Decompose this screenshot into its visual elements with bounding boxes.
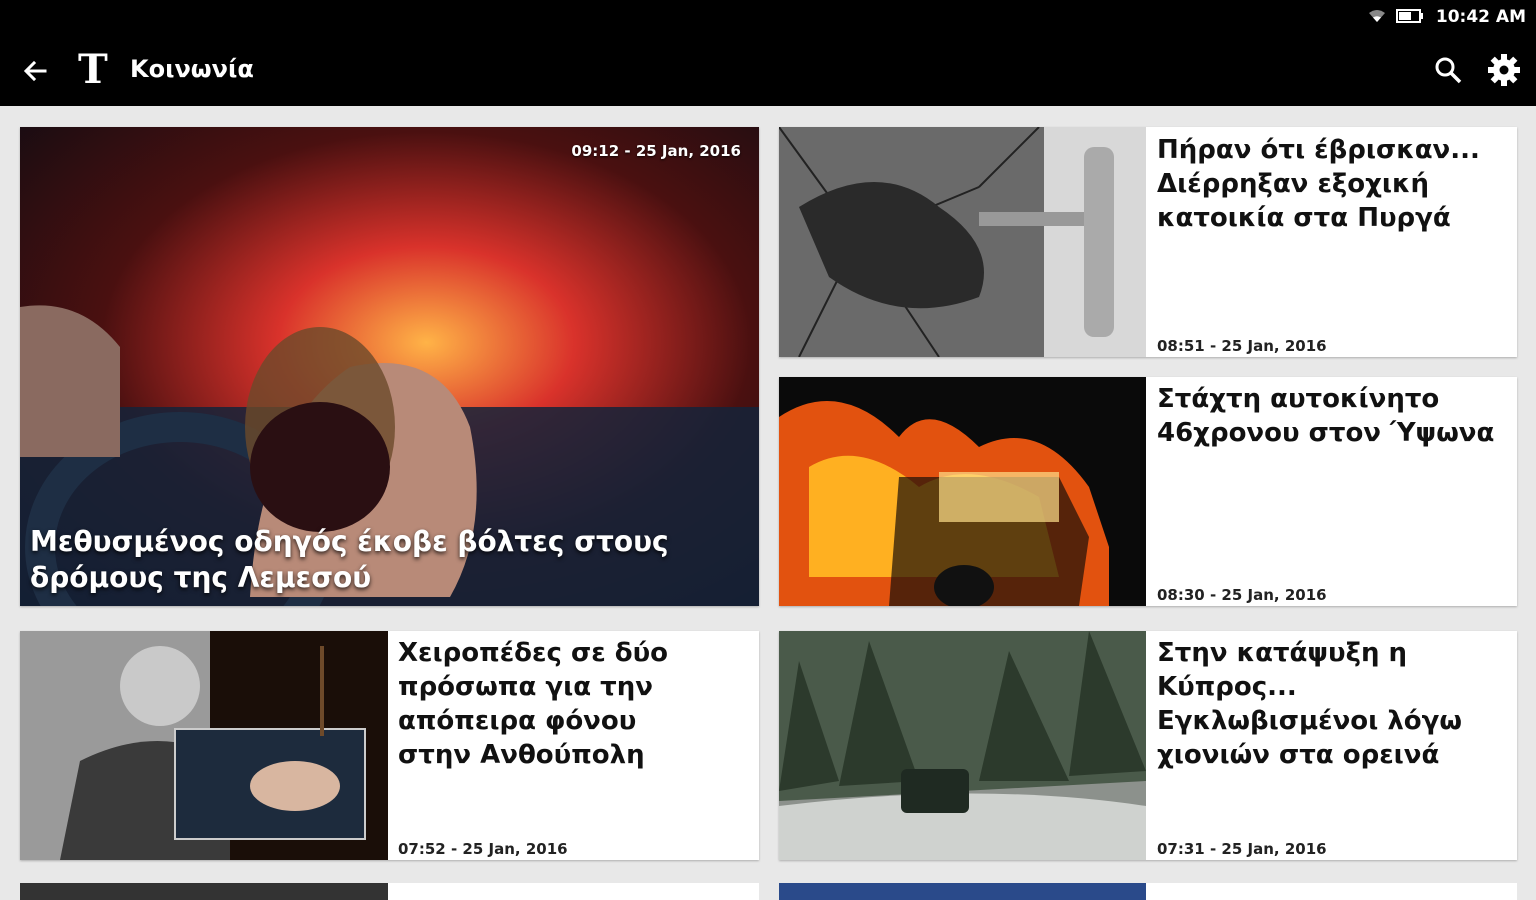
- status-bar: 10:42 AM: [0, 0, 1536, 34]
- page-title: Κοινωνία: [130, 55, 254, 83]
- article-image: [779, 883, 1146, 900]
- featured-article-headline: Μεθυσμένος οδηγός έκοβε βόλτες στους δρό…: [30, 525, 669, 594]
- article-timestamp: 07:31 - 25 Jan, 2016: [1157, 840, 1327, 858]
- article-headline: Χειροπέδες σε δύο πρόσωπα για την απόπει…: [398, 638, 669, 770]
- article-card[interactable]: Πήραν ότι έβρισκαν... Διέρρηξαν εξοχική …: [779, 127, 1517, 357]
- featured-article-timestamp: 09:12 - 25 Jan, 2016: [571, 142, 741, 160]
- article-headline: Πήραν ότι έβρισκαν... Διέρρηξαν εξοχική …: [1157, 135, 1480, 233]
- app-logo: T: [78, 46, 108, 93]
- status-icons: [1368, 9, 1424, 23]
- article-card[interactable]: Στην κατάψυξη η Κύπρος... Εγκλωβισμένοι …: [779, 631, 1517, 860]
- article-image: [20, 631, 388, 860]
- article-headline: Στάχτη αυτοκίνητο 46χρονου στον Ύψωνα: [1157, 384, 1495, 448]
- article-card-partial[interactable]: [779, 883, 1517, 900]
- arrow-back-icon[interactable]: [18, 54, 52, 88]
- article-image: [779, 631, 1146, 860]
- battery-icon: [1396, 9, 1423, 23]
- gear-icon[interactable]: [1486, 52, 1522, 88]
- article-card-partial[interactable]: [20, 883, 759, 900]
- article-timestamp: 07:52 - 25 Jan, 2016: [398, 840, 568, 858]
- article-card[interactable]: Χειροπέδες σε δύο πρόσωπα για την απόπει…: [20, 631, 759, 860]
- article-image: [20, 883, 388, 900]
- article-timestamp: 08:51 - 25 Jan, 2016: [1157, 337, 1327, 355]
- app-bar: T Κοινωνία: [0, 34, 1536, 106]
- search-icon[interactable]: [1432, 54, 1464, 86]
- wifi-icon: [1369, 10, 1385, 22]
- article-image: [779, 127, 1146, 357]
- featured-article-card[interactable]: 09:12 - 25 Jan, 2016 Μεθυσμένος οδηγός έ…: [20, 127, 759, 606]
- article-headline: Στην κατάψυξη η Κύπρος... Εγκλωβισμένοι …: [1157, 638, 1462, 770]
- article-card[interactable]: Στάχτη αυτοκίνητο 46χρονου στον Ύψωνα 08…: [779, 377, 1517, 606]
- article-timestamp: 08:30 - 25 Jan, 2016: [1157, 586, 1327, 604]
- article-image: [779, 377, 1146, 606]
- status-time: 10:42 AM: [1435, 7, 1526, 27]
